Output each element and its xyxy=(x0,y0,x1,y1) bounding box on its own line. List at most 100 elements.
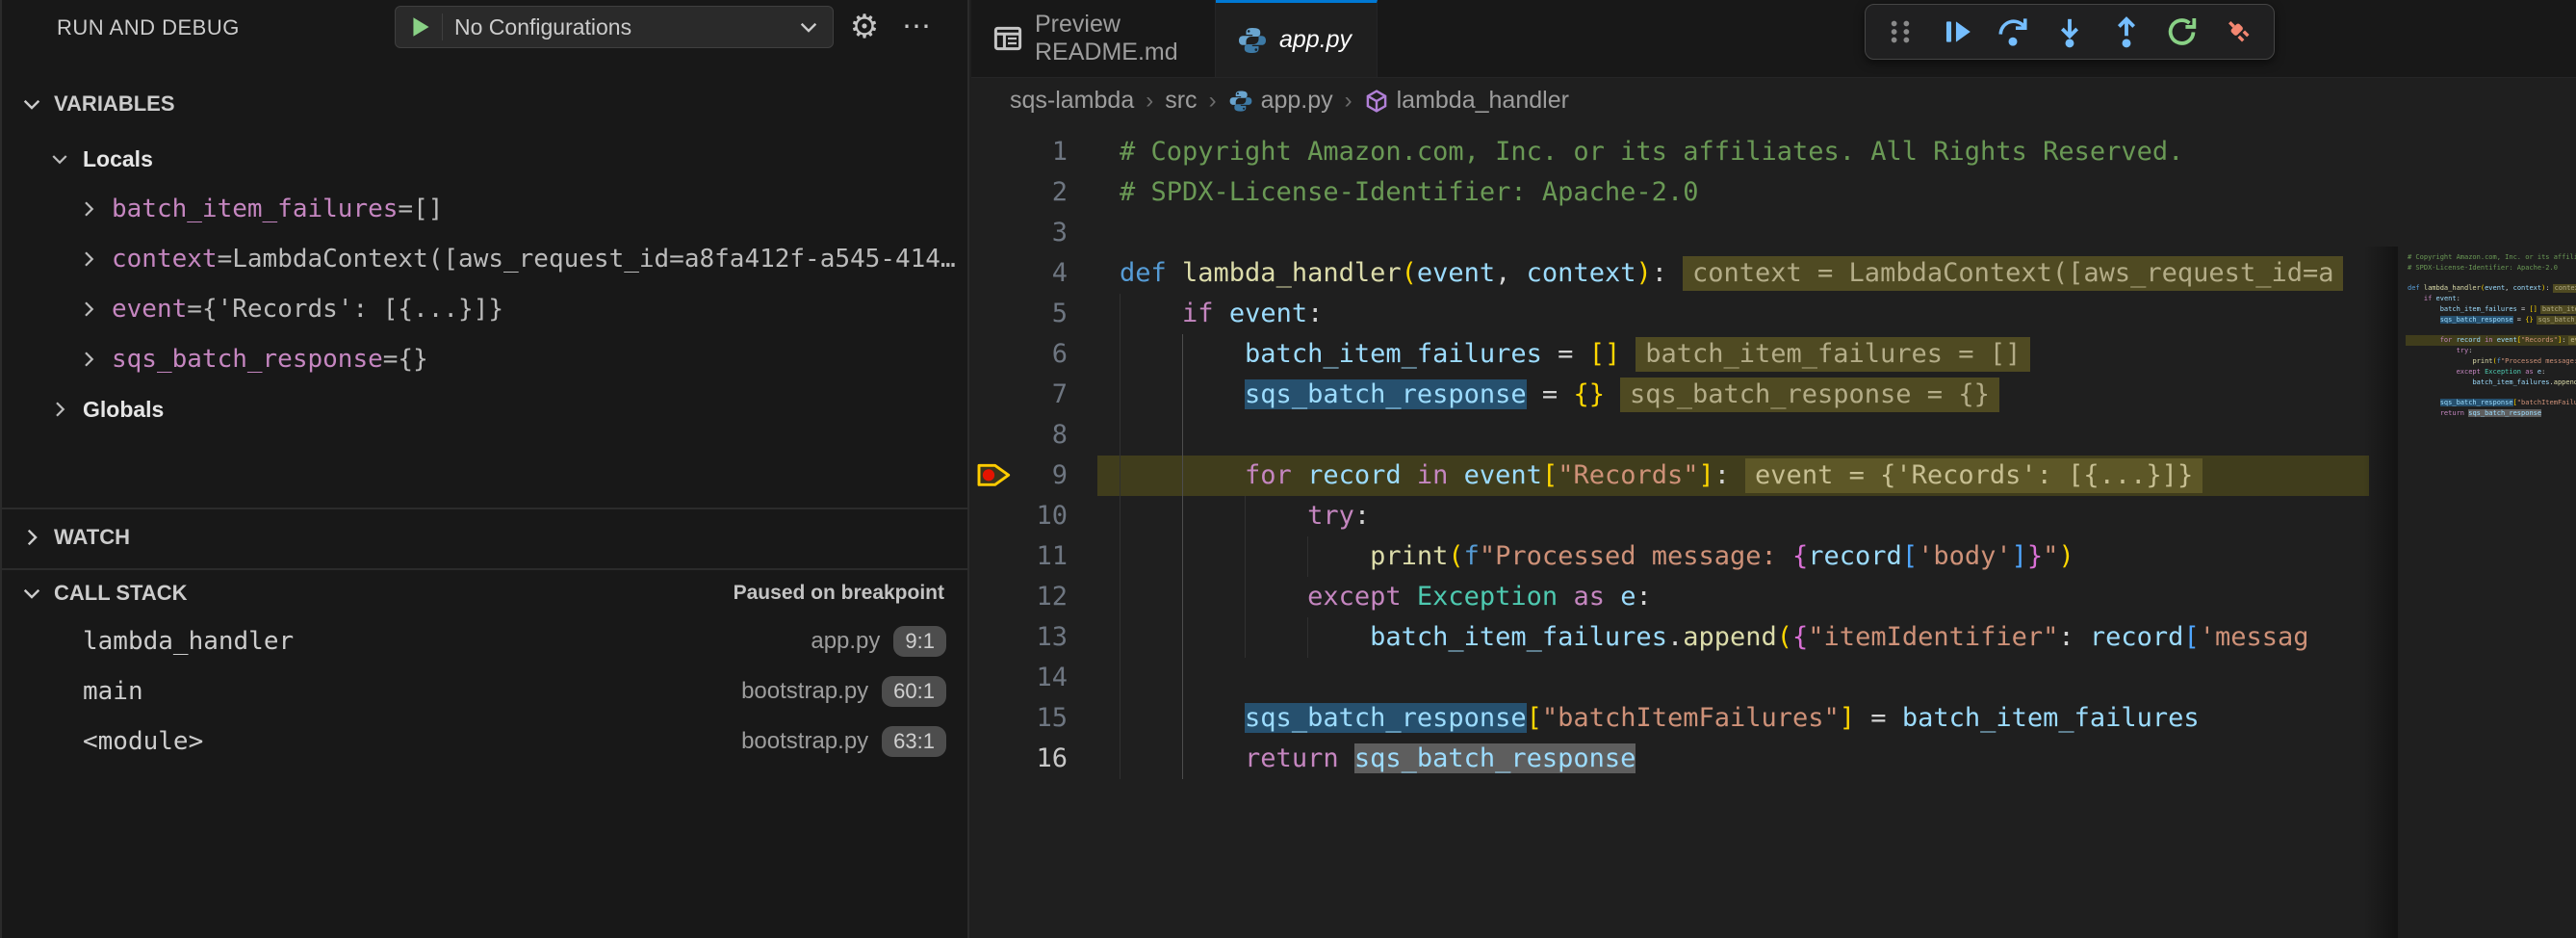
chevron-right-icon xyxy=(77,197,100,221)
minimap-inline-value: batch_item_failures = [] xyxy=(2540,305,2576,314)
frame-position-badge: 60:1 xyxy=(882,676,946,707)
code-line-1[interactable]: 1# Copyright Amazon.com, Inc. or its aff… xyxy=(971,132,2369,172)
equals: = xyxy=(218,245,233,274)
code-line-12[interactable]: 12 except Exception as e: xyxy=(971,577,2369,617)
settings-gear-icon[interactable]: ⚙ xyxy=(845,8,884,46)
code-line-14[interactable]: 14 xyxy=(971,658,2369,698)
variable-value: {} xyxy=(398,345,967,374)
variable-row-batch_item_failures[interactable]: batch_item_failures = [] xyxy=(2,187,967,231)
chevron-right-icon xyxy=(77,248,100,271)
code-line-5[interactable]: 5 if event: xyxy=(971,294,2369,334)
code-line-7[interactable]: 7 sqs_batch_response = {}sqs_batch_respo… xyxy=(971,375,2369,415)
code-line-3[interactable]: 3 xyxy=(971,213,2369,253)
frame-file: bootstrap.py xyxy=(741,728,868,755)
breadcrumb-item-app-py[interactable]: app.py xyxy=(1228,87,1333,115)
code-text: sqs_batch_response = {}sqs_batch_respons… xyxy=(1120,375,1999,415)
minimap-line: print(f"Processed message: {record['body… xyxy=(2398,356,2576,367)
section-call-stack-label: CALL STACK xyxy=(54,581,188,606)
variable-value: [] xyxy=(413,195,967,223)
minimap-line xyxy=(2398,274,2576,284)
breadcrumb: sqs-lambda›src›app.py›lambda_handler xyxy=(971,78,2576,123)
minimap-text: sqs_batch_response = {}sqs_batch_respons… xyxy=(2408,315,2576,326)
section-call-stack[interactable]: CALL STACK Paused on breakpoint xyxy=(2,572,967,614)
call-stack-frame[interactable]: mainbootstrap.py60:1 xyxy=(2,669,967,714)
code-text: return sqs_batch_response xyxy=(1120,739,1636,779)
call-stack-frame[interactable]: <module>bootstrap.py63:1 xyxy=(2,719,967,764)
python-icon xyxy=(1228,89,1253,114)
chevron-right-icon xyxy=(77,348,100,371)
section-variables-label: VARIABLES xyxy=(54,91,175,117)
group-label: Globals xyxy=(83,397,164,423)
sidebar-more-actions-icon[interactable]: ⋯ xyxy=(897,8,936,46)
group-label: Locals xyxy=(83,146,153,172)
step-out-icon[interactable] xyxy=(2105,11,2148,53)
variable-row-sqs_batch_response[interactable]: sqs_batch_response = {} xyxy=(2,337,967,381)
breadcrumb-separator: › xyxy=(1209,88,1217,115)
minimap-line: sqs_batch_response["batchItemFailures"] … xyxy=(2398,398,2576,408)
code-line-4[interactable]: 4def lambda_handler(event, context):cont… xyxy=(971,253,2369,294)
step-into-icon[interactable] xyxy=(2048,11,2091,53)
code-line-16[interactable]: 16 return sqs_batch_response xyxy=(971,739,2369,779)
code-text: print(f"Processed message: {record['body… xyxy=(1120,536,2074,577)
minimap-inline-value: event = {'Records': [{...}]} xyxy=(2568,336,2576,345)
section-variables[interactable]: VARIABLES xyxy=(2,83,967,125)
line-number: 14 xyxy=(1000,658,1068,698)
call-stack-frame[interactable]: lambda_handlerapp.py9:1 xyxy=(2,619,967,664)
minimap-line: if event: xyxy=(2398,294,2576,304)
variable-row-event[interactable]: event = {'Records': [{...}]} xyxy=(2,287,967,331)
minimap[interactable]: # Copyright Amazon.com, Inc. or its affi… xyxy=(2398,252,2576,455)
inline-debug-value: event = {'Records': [{...}]} xyxy=(1745,458,2202,493)
equals: = xyxy=(187,295,202,324)
equals: = xyxy=(398,195,413,223)
variables-group-globals[interactable]: Globals xyxy=(2,387,967,431)
variable-name: event xyxy=(112,295,187,324)
code-editor[interactable]: 1 # Copyright Amazon.com, Inc. or its aff… xyxy=(971,123,2576,938)
breadcrumb-item-sqs-lambda[interactable]: sqs-lambda xyxy=(1010,87,1134,115)
variable-value: LambdaContext([aws_request_id=a8fa412f-a… xyxy=(232,245,967,274)
breadcrumb-item-src[interactable]: src xyxy=(1165,87,1197,115)
chevron-down-icon xyxy=(19,91,44,117)
line-number: 2 xyxy=(1000,172,1068,213)
editor-group: Preview README.mdapp.py sqs-lambda›src›a… xyxy=(971,0,2576,938)
continue-icon[interactable] xyxy=(1936,11,1978,53)
restart-icon[interactable] xyxy=(2161,11,2203,53)
debug-status-text: Paused on breakpoint xyxy=(734,582,944,605)
code-line-8[interactable]: 8 xyxy=(971,415,2369,456)
frame-file: bootstrap.py xyxy=(741,678,868,705)
minimap-text: def lambda_handler(event, context):conte… xyxy=(2408,283,2576,294)
tab-app-py[interactable]: app.py xyxy=(1216,0,1378,77)
variable-name: batch_item_failures xyxy=(112,195,398,223)
variables-group-locals[interactable]: Locals xyxy=(2,137,967,181)
chevron-right-icon xyxy=(77,298,100,321)
minimap-line: try: xyxy=(2398,346,2576,356)
frame-function: <module> xyxy=(83,727,741,756)
tab-preview-readme-md[interactable]: Preview README.md xyxy=(971,0,1216,77)
chevron-right-icon xyxy=(48,398,71,421)
code-line-2[interactable]: 2# SPDX-License-Identifier: Apache-2.0 xyxy=(971,172,2369,213)
code-line-13[interactable]: 13 batch_item_failures.append({"itemIden… xyxy=(971,617,2369,658)
code-line-15[interactable]: 15 sqs_batch_response["batchItemFailures… xyxy=(971,698,2369,739)
code-line-10[interactable]: 10 try: xyxy=(971,496,2369,536)
code-line-11[interactable]: 11 print(f"Processed message: {record['b… xyxy=(971,536,2369,577)
drag-handle-icon xyxy=(1879,11,1921,53)
minimap-text: for record in event["Records"]:event = {… xyxy=(2408,335,2576,346)
code-text: def lambda_handler(event, context):conte… xyxy=(1120,253,2343,294)
disconnect-icon[interactable] xyxy=(2218,11,2260,53)
breadcrumb-label: app.py xyxy=(1261,87,1333,115)
variable-row-context[interactable]: context = LambdaContext([aws_request_id=… xyxy=(2,237,967,281)
minimap-line xyxy=(2398,387,2576,398)
line-number: 13 xyxy=(1000,617,1068,658)
debug-configuration-dropdown[interactable]: No Configurations xyxy=(395,6,834,48)
breadcrumb-item-lambda-handler[interactable]: lambda_handler xyxy=(1364,87,1569,115)
code-line-9[interactable]: 9 for record in event["Records"]:event =… xyxy=(971,456,2369,496)
debug-start-icon[interactable] xyxy=(405,13,434,41)
section-watch[interactable]: WATCH xyxy=(2,516,967,559)
code-text: for record in event["Records"]:event = {… xyxy=(1120,456,2202,496)
equals: = xyxy=(383,345,399,374)
run-and-debug-sidebar: RUN AND DEBUG No Configurations ⚙ ⋯ VARI… xyxy=(0,0,969,938)
indent-guide xyxy=(1182,658,1183,698)
line-number: 1 xyxy=(1000,132,1068,172)
step-over-icon[interactable] xyxy=(1992,11,2034,53)
section-divider xyxy=(2,508,967,509)
code-line-6[interactable]: 6 batch_item_failures = []batch_item_fai… xyxy=(971,334,2369,375)
